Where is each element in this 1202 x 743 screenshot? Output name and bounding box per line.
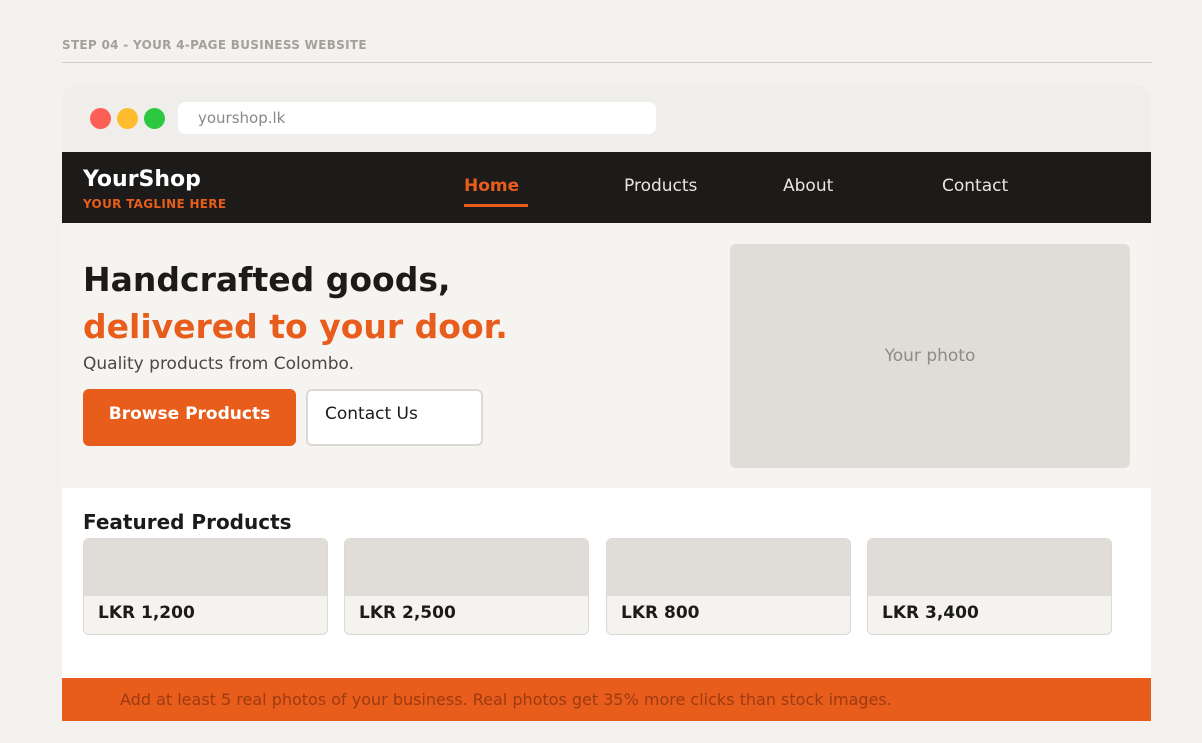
- window-controls: [90, 108, 165, 129]
- close-dot-icon[interactable]: [90, 108, 111, 129]
- photo-placeholder-label: Your photo: [884, 346, 976, 366]
- minimize-dot-icon[interactable]: [117, 108, 138, 129]
- maximize-dot-icon[interactable]: [144, 108, 165, 129]
- hero-headline-accent: delivered to your door.: [83, 307, 508, 346]
- featured-products-section: Featured Products LKR 1,200 LKR 2,500 LK…: [62, 488, 1151, 678]
- tip-banner: Add at least 5 real photos of your busin…: [62, 678, 1151, 721]
- nav-products[interactable]: Products: [624, 176, 697, 196]
- product-image-placeholder: [607, 539, 850, 596]
- product-price: LKR 3,400: [882, 603, 979, 623]
- brand-name[interactable]: YourShop: [83, 167, 201, 192]
- product-image-placeholder: [345, 539, 588, 596]
- hero-headline: Handcrafted goods,: [83, 260, 451, 299]
- nav-contact[interactable]: Contact: [942, 176, 1008, 196]
- product-card[interactable]: LKR 1,200: [83, 538, 328, 635]
- product-price: LKR 1,200: [98, 603, 195, 623]
- featured-title: Featured Products: [83, 510, 292, 534]
- product-image-placeholder: [868, 539, 1111, 596]
- step-divider: [62, 62, 1152, 63]
- contact-us-button[interactable]: Contact Us: [306, 389, 483, 446]
- step-label: STEP 04 - YOUR 4-PAGE BUSINESS WEBSITE: [62, 38, 367, 52]
- nav-about[interactable]: About: [783, 176, 833, 196]
- site-navbar: YourShop YOUR TAGLINE HERE Home Products…: [62, 152, 1151, 223]
- product-card[interactable]: LKR 3,400: [867, 538, 1112, 635]
- browse-products-button[interactable]: Browse Products: [83, 389, 296, 446]
- product-price: LKR 800: [621, 603, 700, 623]
- hero-subtitle: Quality products from Colombo.: [83, 354, 355, 374]
- browser-mockup: yourshop.lk YourShop YOUR TAGLINE HERE H…: [62, 85, 1151, 721]
- hero-photo-placeholder: Your photo: [730, 244, 1130, 468]
- product-image-placeholder: [84, 539, 327, 596]
- nav-active-underline: [464, 204, 528, 207]
- product-price: LKR 2,500: [359, 603, 456, 623]
- hero-section: Handcrafted goods, delivered to your doo…: [62, 223, 1151, 488]
- product-card[interactable]: LKR 2,500: [344, 538, 589, 635]
- brand-tagline: YOUR TAGLINE HERE: [83, 197, 227, 211]
- nav-home[interactable]: Home: [464, 176, 519, 196]
- url-bar[interactable]: yourshop.lk: [178, 102, 656, 134]
- product-card[interactable]: LKR 800: [606, 538, 851, 635]
